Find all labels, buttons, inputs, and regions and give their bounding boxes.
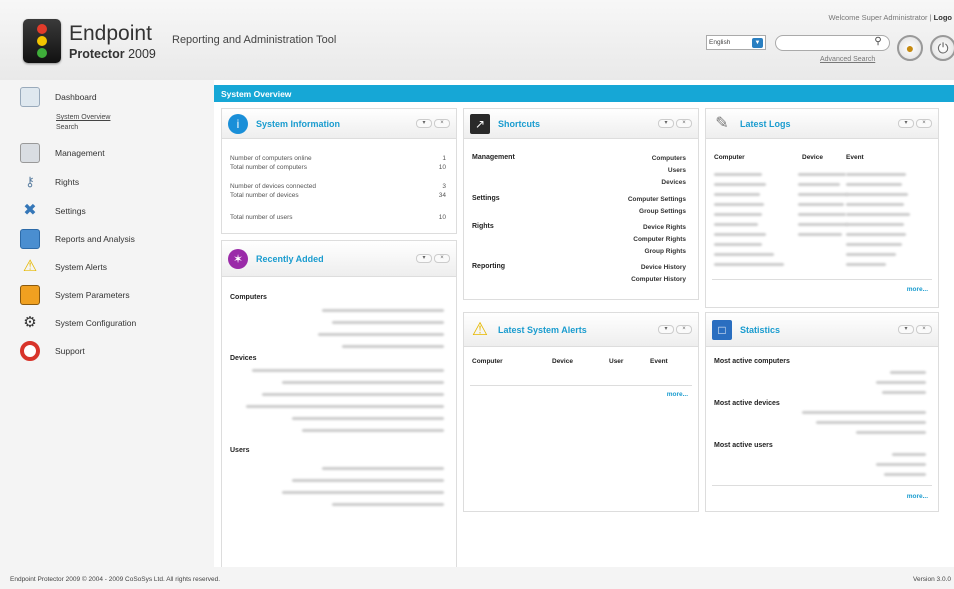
more-link[interactable]: more... [667,391,688,398]
alert-icon: ⚠ [471,319,489,339]
close-button[interactable]: × [676,325,692,334]
brand-name: Endpoint [69,22,152,45]
section-label: Users [230,447,250,454]
collapse-button[interactable]: ▾ [658,119,674,128]
management-icon [20,143,40,163]
collapse-button[interactable]: ▾ [898,119,914,128]
column-header: Event [846,154,864,161]
dashboard-icon [20,87,40,107]
sidebar-item-dashboard[interactable]: Dashboard [20,87,210,109]
sidebar-item-management[interactable]: Management [20,143,210,165]
column-header: Computer [472,358,503,365]
configuration-icon: ⚙ [23,314,37,331]
sidebar: Dashboard System Overview Search Managem… [0,80,214,567]
sidebar-item-support[interactable]: Support [20,341,210,363]
sidebar-subitem-system-overview[interactable]: System Overview [56,114,110,121]
shortcut-link[interactable]: Computer Settings [628,196,686,203]
main-content: System Overview i System Information ▾ ×… [214,80,954,580]
sidebar-subitem-search[interactable]: Search [56,124,78,131]
recently-added-icon: ✶ [228,249,248,269]
panel-title: Latest System Alerts [498,325,587,335]
shortcut-link[interactable]: Device Rights [643,224,686,231]
power-icon[interactable]: ⏻ [930,35,954,61]
footer: Endpoint Protector 2009 © 2004 - 2009 Co… [0,567,954,589]
welcome-text: Welcome Super Administrator | Logo [828,13,952,22]
more-link[interactable]: more... [907,286,928,293]
advanced-search-link[interactable]: Advanced Search [820,56,875,63]
section-label: Computers [230,294,267,301]
statistics-panel: □ Statistics ▾ × Most active computers M… [705,312,939,512]
alert-icon: ⚠ [22,258,38,275]
close-button[interactable]: × [916,119,932,128]
statistics-icon: □ [712,320,732,340]
sidebar-item-settings[interactable]: ✖ Settings [20,201,210,223]
panel-title: Recently Added [256,254,324,264]
shortcut-link[interactable]: Computers [652,155,686,162]
section-label: Most active users [714,442,773,449]
traffic-light-logo-icon [23,19,61,63]
search-icon[interactable]: ⚲ [870,36,886,50]
close-button[interactable]: × [676,119,692,128]
header: Endpoint Protector 2009 Reporting and Ad… [0,0,954,80]
shortcut-link[interactable]: Device History [641,264,686,271]
collapse-button[interactable]: ▾ [416,254,432,263]
brand-subtitle: Protector 2009 [69,47,156,61]
column-header: Computer [714,154,745,161]
system-information-panel: i System Information ▾ × Number of compu… [221,108,457,234]
panel-title: Shortcuts [498,119,541,129]
column-header: Event [650,358,668,365]
recently-added-panel: ✶ Recently Added ▾ × Computers Devices U… [221,240,457,580]
latest-logs-panel: ✎ Latest Logs ▾ × Computer Device Event … [705,108,939,308]
lock-icon[interactable]: ● [897,35,923,61]
sidebar-item-system-alerts[interactable]: ⚠ System Alerts [20,257,210,279]
shortcut-icon: ↗ [470,114,490,134]
chevron-down-icon: ▼ [752,38,763,48]
close-button[interactable]: × [434,254,450,263]
page-title: System Overview [214,85,954,102]
rights-icon: ⚷ [25,174,35,189]
panel-title: Statistics [740,325,781,335]
support-icon [20,341,40,361]
more-link[interactable]: more... [907,493,928,500]
collapse-button[interactable]: ▾ [898,325,914,334]
shortcut-link[interactable]: Group Settings [639,208,686,215]
sidebar-item-system-configuration[interactable]: ⚙ System Configuration [20,313,210,335]
language-select[interactable]: English ▼ [706,35,766,50]
info-icon: i [228,114,248,134]
close-button[interactable]: × [916,325,932,334]
shortcut-link[interactable]: Users [668,167,686,174]
column-header: Device [802,154,823,161]
reports-icon [20,229,40,249]
parameters-icon [20,285,40,305]
sidebar-item-reports[interactable]: Reports and Analysis [20,229,210,251]
copyright-text: Endpoint Protector 2009 © 2004 - 2009 Co… [10,576,221,583]
sidebar-item-rights[interactable]: ⚷ Rights [20,172,210,194]
section-label: Most active devices [714,400,780,407]
version-text: Version 3.0.0 [913,576,951,583]
shortcut-link[interactable]: Computer Rights [633,236,686,243]
shortcuts-panel: ↗ Shortcuts ▾ × Management Computers Use… [463,108,699,300]
settings-icon: ✖ [23,202,37,219]
shortcut-link[interactable]: Devices [661,179,686,186]
section-label: Devices [230,355,257,362]
logout-link[interactable]: Logo [934,13,952,22]
section-label: Most active computers [714,358,790,365]
close-button[interactable]: × [434,119,450,128]
shortcut-link[interactable]: Computer History [631,276,686,283]
sidebar-item-system-parameters[interactable]: System Parameters [20,285,210,307]
column-header: Device [552,358,573,365]
log-icon: ✎ [715,115,729,132]
shortcut-link[interactable]: Group Rights [644,248,686,255]
latest-alerts-panel: ⚠ Latest System Alerts ▾ × Computer Devi… [463,312,699,512]
collapse-button[interactable]: ▾ [658,325,674,334]
app-tagline: Reporting and Administration Tool [172,34,337,46]
panel-title: System Information [256,119,341,129]
collapse-button[interactable]: ▾ [416,119,432,128]
column-header: User [609,358,624,365]
panel-title: Latest Logs [740,119,791,129]
